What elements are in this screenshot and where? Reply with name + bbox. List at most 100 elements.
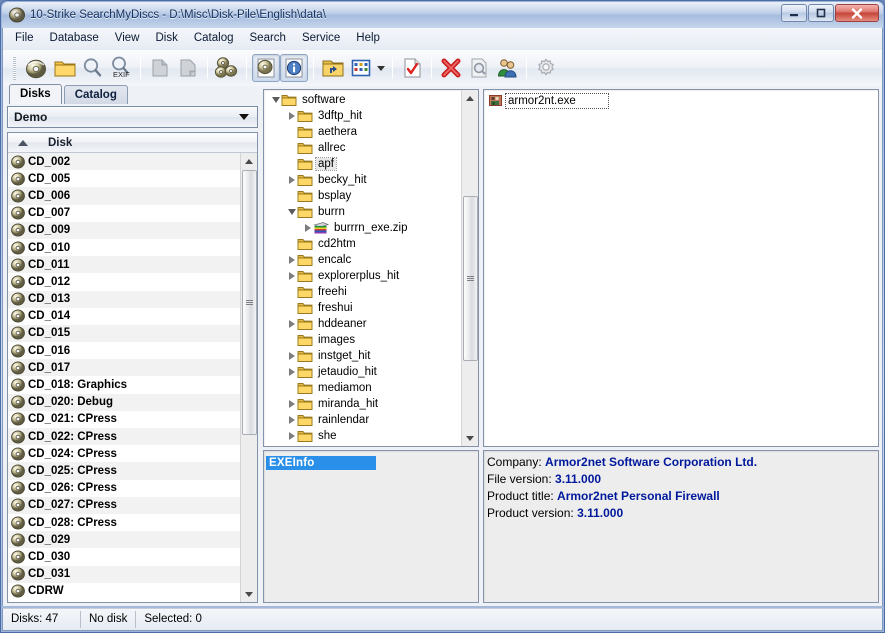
expand-arrow-icon[interactable] <box>286 348 297 364</box>
scroll-down-button[interactable] <box>462 430 478 446</box>
delete-icon[interactable] <box>437 54 465 82</box>
expand-arrow-icon[interactable] <box>286 412 297 428</box>
disk-list-scrollbar[interactable] <box>240 153 257 602</box>
tab-disks[interactable]: Disks <box>9 84 62 104</box>
scroll-down-button[interactable] <box>241 586 257 602</box>
disk-list-item[interactable]: CD_016 <box>8 342 240 360</box>
file-list-item[interactable]: armor2nt.exe <box>488 92 878 109</box>
scrollbar-thumb[interactable] <box>241 170 257 435</box>
tree-node[interactable]: freshui <box>264 300 461 316</box>
add-disk-icon[interactable] <box>23 54 51 82</box>
disk-list-item[interactable]: CD_028: CPress <box>8 513 240 532</box>
disk-list-item[interactable]: CD_014 <box>8 307 240 325</box>
disk-list-item[interactable]: CDRW <box>8 582 240 600</box>
disk-list-item[interactable]: CD_002 <box>8 153 240 171</box>
menu-service[interactable]: Service <box>294 30 348 48</box>
menu-file[interactable]: File <box>7 30 42 48</box>
expand-arrow-icon[interactable] <box>286 316 297 332</box>
disk-list-item[interactable]: CD_031 <box>8 565 240 583</box>
tree-node[interactable]: apf <box>264 156 461 172</box>
folder-tree[interactable]: software 3dftp_hit aethera allrec apf becky_h… <box>263 89 479 447</box>
search-icon[interactable] <box>79 54 107 82</box>
disk-list-item[interactable]: CD_017 <box>8 359 240 377</box>
exeinfo-list[interactable]: EXEInfo <box>263 450 479 603</box>
tree-node[interactable]: software <box>264 92 461 108</box>
tree-node[interactable]: rainlendar <box>264 412 461 428</box>
menu-disk[interactable]: Disk <box>147 30 185 48</box>
expand-arrow-icon[interactable] <box>286 268 297 284</box>
expand-arrow-icon[interactable] <box>302 220 313 236</box>
tree-node[interactable]: instget_hit <box>264 348 461 364</box>
expand-arrow-icon[interactable] <box>286 428 297 444</box>
view-mode-dropdown-arrow[interactable] <box>375 54 387 82</box>
tree-node[interactable]: burrrn_exe.zip <box>264 220 461 236</box>
copy-icon[interactable] <box>146 54 174 82</box>
folder-up-icon[interactable] <box>319 54 347 82</box>
info-icon[interactable] <box>280 54 308 82</box>
tree-node[interactable]: bsplay <box>264 188 461 204</box>
minimize-button[interactable] <box>781 4 807 22</box>
menu-catalog[interactable]: Catalog <box>186 30 242 48</box>
expand-arrow-icon[interactable] <box>286 172 297 188</box>
exeinfo-item[interactable]: EXEInfo <box>266 456 376 470</box>
disk-list-item[interactable]: CD_006 <box>8 187 240 205</box>
menu-help[interactable]: Help <box>348 30 388 48</box>
tree-node[interactable]: encalc <box>264 252 461 268</box>
open-folder-icon[interactable] <box>51 54 79 82</box>
expand-arrow-icon[interactable] <box>286 252 297 268</box>
disk-list-item[interactable]: CD_027: CPress <box>8 496 240 514</box>
tree-node[interactable]: jetaudio_hit <box>264 364 461 380</box>
disk-list-item[interactable]: CD_020: Debug <box>8 393 240 411</box>
search-exif-icon[interactable]: EXIF <box>107 54 135 82</box>
view-mode-icon[interactable] <box>347 54 375 82</box>
disk-list-item[interactable]: CD_022: CPress <box>8 428 240 446</box>
tree-node[interactable]: explorerplus_hit <box>264 268 461 284</box>
title-bar[interactable]: 10-Strike SearchMyDiscs - D:\Misc\Disk-P… <box>2 2 883 28</box>
settings-gear-icon[interactable] <box>532 54 560 82</box>
menu-view[interactable]: View <box>107 30 148 48</box>
disk-list-item[interactable]: CD_011 <box>8 256 240 274</box>
tree-node[interactable]: 3dftp_hit <box>264 108 461 124</box>
scrollbar-thumb[interactable] <box>462 196 478 361</box>
tree-node[interactable]: freehi <box>264 284 461 300</box>
database-select[interactable]: Demo <box>7 106 258 128</box>
tree-node[interactable]: miranda_hit <box>264 396 461 412</box>
disk-properties-icon[interactable] <box>252 54 280 82</box>
menu-search[interactable]: Search <box>242 30 294 48</box>
tree-node[interactable]: burrn <box>264 204 461 220</box>
expand-arrow-icon[interactable] <box>286 364 297 380</box>
expand-arrow-icon[interactable] <box>286 108 297 124</box>
tree-node[interactable]: becky_hit <box>264 172 461 188</box>
users-icon[interactable] <box>493 54 521 82</box>
preview-icon[interactable] <box>465 54 493 82</box>
expand-arrow-icon[interactable] <box>286 396 297 412</box>
tree-node[interactable]: images <box>264 332 461 348</box>
close-button[interactable] <box>835 4 879 22</box>
disk-list-item[interactable]: CD_010 <box>8 238 240 257</box>
file-list[interactable]: armor2nt.exe <box>483 89 879 447</box>
disk-list-item[interactable]: CD_013 <box>8 290 240 308</box>
toolbar-grip[interactable] <box>13 56 16 80</box>
scroll-up-button[interactable] <box>462 90 478 106</box>
disk-list-item[interactable]: CD_018: Graphics <box>8 376 240 394</box>
collapse-arrow-icon[interactable] <box>270 92 281 108</box>
disk-list-item[interactable]: CD_029 <box>8 531 240 549</box>
tree-node[interactable]: hddeaner <box>264 316 461 332</box>
disk-list-item[interactable]: CD_025: CPress <box>8 462 240 480</box>
disk-list-item[interactable]: CD_012 <box>8 273 240 291</box>
disk-list-header[interactable]: Disk <box>8 133 257 153</box>
collapse-arrow-icon[interactable] <box>286 204 297 220</box>
disk-list-item[interactable]: CD_024: CPress <box>8 445 240 463</box>
disk-list-item[interactable]: CD_007 <box>8 204 240 222</box>
scroll-up-button[interactable] <box>241 153 257 169</box>
tree-node[interactable]: cd2htm <box>264 236 461 252</box>
tree-node[interactable]: mediamon <box>264 380 461 396</box>
tree-node[interactable]: allrec <box>264 140 461 156</box>
disk-list-item[interactable]: CD_026: CPress <box>8 479 240 497</box>
maximize-button[interactable] <box>808 4 834 22</box>
tree-node[interactable]: aethera <box>264 124 461 140</box>
menu-database[interactable]: Database <box>42 30 107 48</box>
disk-list-item[interactable]: CD_009 <box>8 221 240 239</box>
disk-list-item[interactable]: CD_015 <box>8 324 240 343</box>
disk-list-item[interactable]: CD_030 <box>8 548 240 566</box>
